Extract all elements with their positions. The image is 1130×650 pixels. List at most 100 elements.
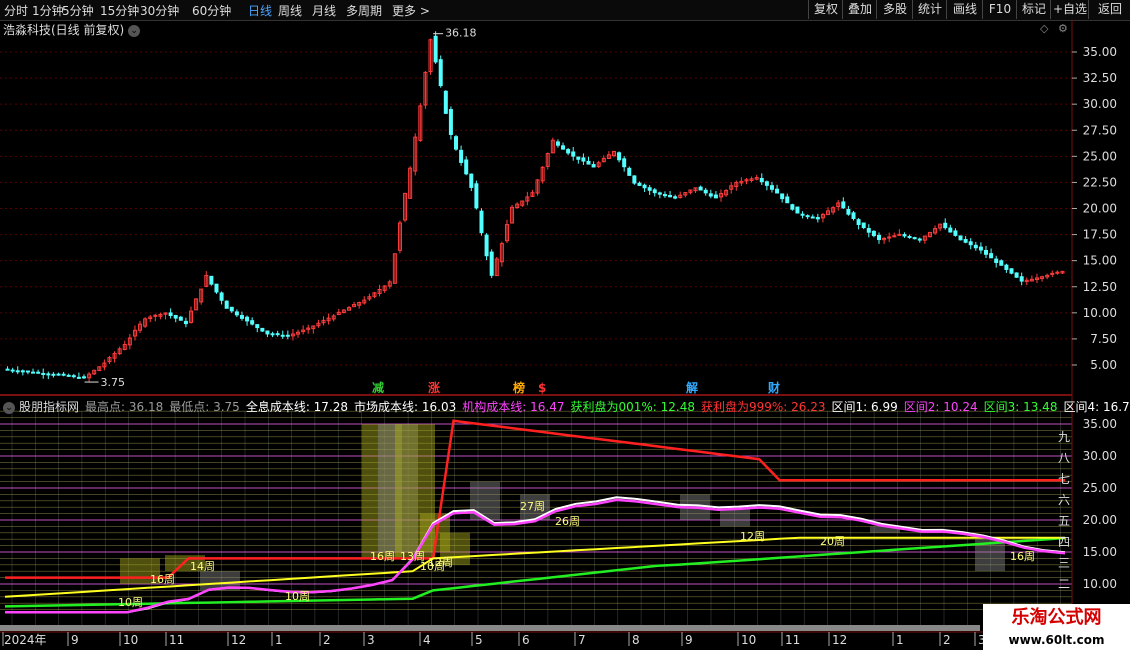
y-tick-label: 7.50 [1090, 332, 1117, 346]
candle-body [637, 182, 642, 186]
candle-body [815, 217, 820, 220]
candle-body [1019, 276, 1024, 282]
week-label: 16周 [150, 573, 175, 586]
candle-body [780, 193, 785, 200]
candle-body [785, 196, 790, 204]
week-label: 12周 [740, 530, 765, 543]
candle-body [627, 167, 632, 176]
candle-body [173, 315, 178, 319]
x-tick-label: 9 [71, 633, 79, 647]
candle-body [76, 376, 81, 379]
indicator-name: 股朋指标网 [19, 400, 80, 414]
candle-body [20, 370, 25, 373]
distribution-box [470, 481, 500, 520]
week-label: 16周 [370, 550, 395, 563]
lower-y-tick-label: 20.00 [1083, 513, 1117, 527]
week-label: 12周 [428, 556, 453, 569]
x-tick-label: 9 [685, 633, 693, 647]
candle-body [433, 35, 438, 63]
week-label: 27周 [520, 500, 545, 513]
candle-body [973, 244, 978, 249]
y-tick-label: 15.00 [1083, 254, 1117, 268]
candle-body [968, 241, 973, 246]
x-tick-label: 1 [275, 633, 283, 647]
candle-body [61, 373, 66, 376]
candle-body [907, 235, 912, 238]
level-label: 五 [1058, 514, 1070, 528]
candle-body [209, 275, 214, 285]
y-tick-label: 30.00 [1083, 97, 1117, 111]
candle-body [81, 376, 86, 379]
level-label: 七 [1058, 472, 1070, 486]
candle-body [260, 327, 265, 332]
y-tick-label: 20.00 [1083, 202, 1117, 216]
candle-body [586, 160, 591, 165]
week-label: 10周 [285, 590, 310, 603]
candle-body [866, 228, 871, 233]
candle-body [912, 237, 917, 240]
y-tick-label: 27.50 [1083, 123, 1117, 137]
watermark-logo: 乐淘公式网 [983, 604, 1130, 631]
event-marker[interactable]: 财 [767, 380, 780, 395]
event-marker[interactable]: 解 [686, 380, 698, 395]
candle-body [270, 333, 275, 336]
candle-body [280, 334, 285, 337]
level-label: 九 [1058, 430, 1070, 444]
candle-body [285, 334, 290, 337]
candle-body [989, 253, 994, 259]
lower-y-tick-label: 25.00 [1083, 481, 1117, 495]
x-tick-label: 3 [367, 633, 375, 647]
candle-body [1050, 272, 1055, 275]
indicator-value: 最高点: 36.18 [85, 400, 164, 414]
candle-body [963, 239, 968, 243]
candle-body [948, 227, 953, 233]
low-label: 3.75 [101, 376, 126, 389]
candle-body [846, 208, 851, 215]
candle-body [56, 373, 61, 376]
level-label: 六 [1058, 493, 1070, 507]
candle-body [178, 316, 183, 321]
candle-body [10, 369, 15, 372]
candle-body [790, 204, 795, 210]
candle-body [984, 249, 989, 255]
candle-body [484, 234, 489, 257]
level-label: 三 [1058, 556, 1070, 570]
candle-body [902, 234, 907, 237]
x-tick-label: 11 [785, 633, 800, 647]
candle-body [759, 177, 764, 183]
x-tick-label: 10 [741, 633, 756, 647]
candle-body [71, 375, 76, 378]
event-marker[interactable]: 减 [372, 380, 384, 395]
event-marker[interactable]: 榜 [513, 380, 525, 395]
event-marker[interactable]: 涨 [428, 380, 440, 395]
indicator-value: 获利盘为001%: 12.48 [570, 400, 695, 414]
candle-body [183, 320, 188, 325]
candle-body [652, 189, 657, 194]
x-tick-label: 2024年 [4, 633, 47, 647]
week-label: 20周 [820, 535, 845, 548]
candle-body [943, 222, 948, 229]
candle-body [764, 181, 769, 186]
candle-body [443, 90, 448, 114]
week-label: 16周 [1010, 550, 1035, 563]
candle-body [438, 59, 443, 87]
level-label: 二 [1058, 577, 1070, 591]
chevron-down-icon[interactable]: ⌄ [3, 401, 15, 414]
candle-body [871, 230, 876, 237]
x-tick-label: 2 [943, 633, 951, 647]
candle-body [566, 149, 571, 154]
candle-body [250, 320, 255, 325]
candle-body [810, 216, 815, 219]
x-tick-label: 12 [832, 633, 847, 647]
event-marker[interactable]: $ [538, 381, 546, 395]
y-tick-label: 10.00 [1083, 306, 1117, 320]
x-tick-label: 7 [578, 633, 586, 647]
week-label: 14周 [190, 560, 215, 573]
candle-body [46, 373, 51, 376]
high-label: 36.18 [445, 27, 477, 40]
candle-body [479, 210, 484, 234]
candle-body [642, 184, 647, 189]
x-tick-label: 8 [632, 633, 640, 647]
x-tick-label: 12 [231, 633, 246, 647]
candle-body [775, 188, 780, 194]
